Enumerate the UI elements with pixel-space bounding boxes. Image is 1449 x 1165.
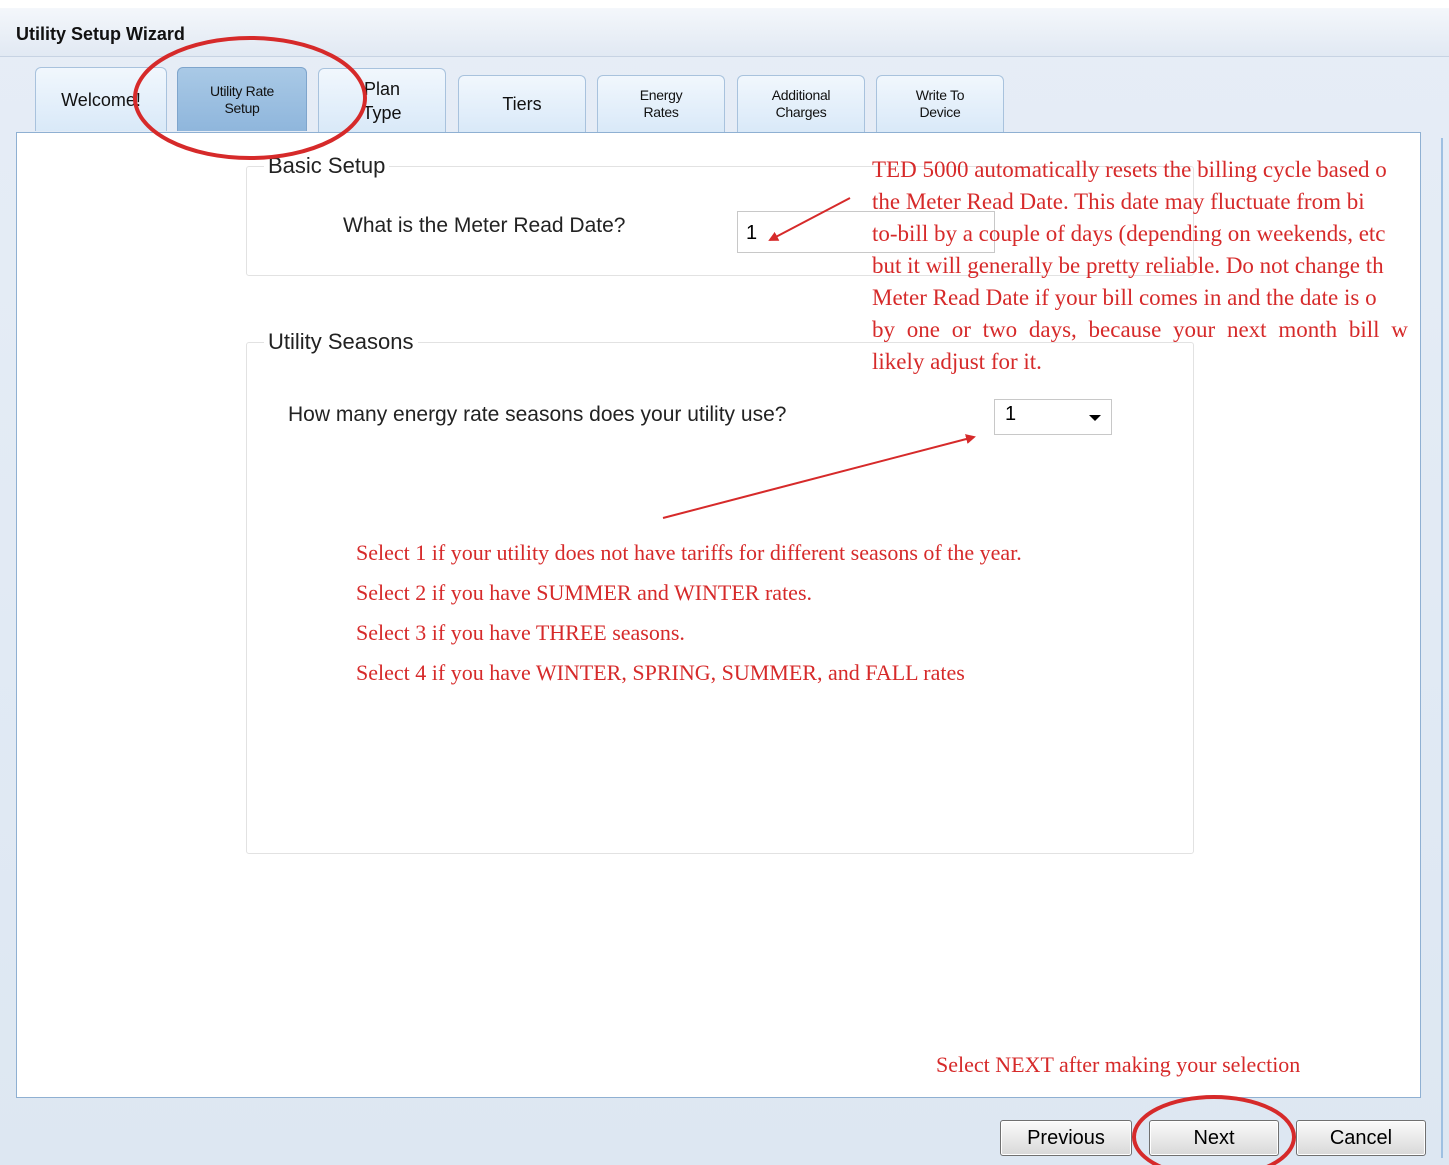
meter-read-note-line: but it will generally be pretty reliable… [872, 253, 1384, 278]
tab-energy-rates-label: Energy Rates [639, 87, 683, 120]
tab-tiers-label: Tiers [502, 94, 542, 114]
next-button[interactable]: Next [1149, 1120, 1279, 1156]
tab-plan-type-label: Plan Type [362, 78, 402, 123]
meter-read-note-line: the Meter Read Date. This date may fluct… [872, 189, 1365, 214]
meter-read-note-line: likely adjust for it. [872, 349, 1042, 374]
next-button-label: Next [1193, 1126, 1235, 1149]
previous-button[interactable]: Previous [1000, 1120, 1132, 1156]
seasons-count-select[interactable]: 1 [994, 399, 1112, 435]
tab-write-to-device-label: Write To Device [915, 87, 965, 120]
tab-utility-rate-setup-label: Utility Rate Setup [209, 82, 275, 116]
meter-read-date-value: 1 [746, 222, 758, 244]
tab-energy-rates[interactable]: Energy Rates [597, 75, 725, 132]
meter-read-note-line: by one or two days, because your next mo… [872, 317, 1408, 342]
meter-read-note-line: Meter Read Date if your bill comes in an… [872, 285, 1377, 310]
basic-setup-heading: Basic Setup [264, 153, 390, 179]
seasons-note-line: Select 3 if you have THREE seasons. [356, 620, 685, 645]
seasons-count-value: 1 [1005, 403, 1017, 425]
window-title: Utility Setup Wizard [16, 24, 185, 44]
cancel-button-label: Cancel [1329, 1126, 1393, 1149]
title-bar: Utility Setup Wizard [0, 8, 1449, 57]
tab-welcome[interactable]: Welcome! [35, 67, 167, 131]
meter-read-date-label: What is the Meter Read Date? [343, 214, 626, 237]
tab-welcome-label: Welcome! [61, 89, 141, 110]
seasons-note-line: Select 2 if you have SUMMER and WINTER r… [356, 580, 813, 605]
meter-read-note-line: to-bill by a couple of days (depending o… [872, 221, 1386, 246]
meter-read-note: TED 5000 automatically resets the billin… [872, 154, 1449, 378]
tab-write-to-device[interactable]: Write To Device [876, 75, 1004, 132]
meter-read-note-line: TED 5000 automatically resets the billin… [872, 157, 1387, 182]
next-note: Select NEXT after making your selection [936, 1052, 1301, 1077]
chevron-down-icon [1089, 415, 1101, 421]
tab-tiers[interactable]: Tiers [458, 75, 586, 132]
seasons-note-line: Select 4 if you have WINTER, SPRING, SUM… [356, 660, 965, 685]
seasons-note: Select 1 if your utility does not have t… [356, 533, 1022, 693]
cancel-button[interactable]: Cancel [1296, 1120, 1426, 1156]
tab-plan-type[interactable]: Plan Type [318, 68, 446, 132]
tab-utility-rate-setup[interactable]: Utility Rate Setup [177, 67, 307, 131]
seasons-count-label: How many energy rate seasons does your u… [288, 403, 787, 426]
utility-seasons-heading: Utility Seasons [264, 329, 418, 355]
seasons-note-line: Select 1 if your utility does not have t… [356, 540, 1022, 565]
previous-button-label: Previous [1027, 1126, 1105, 1149]
tab-additional-charges-label: Additional Charges [771, 87, 831, 120]
tab-additional-charges[interactable]: Additional Charges [737, 75, 865, 132]
